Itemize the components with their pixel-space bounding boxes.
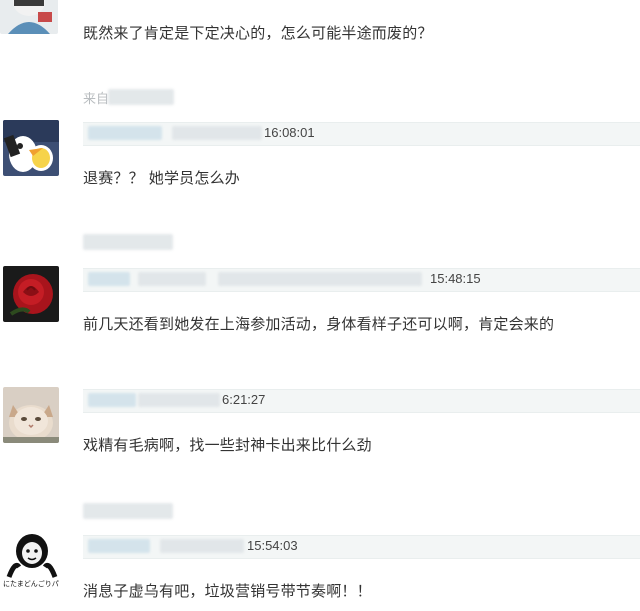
- blurred-username[interactable]: [88, 393, 136, 407]
- comment-time: 6:21:27: [222, 392, 266, 407]
- blurred-source: [108, 89, 174, 105]
- source-label: 来自: [83, 92, 110, 107]
- comment-time: 15:48:15: [430, 271, 481, 286]
- comment-text: 既然来了肯定是下定决心的，怎么可能半途而废的？: [83, 24, 433, 42]
- blurred-source: [83, 503, 173, 519]
- rose-avatar-image: [3, 266, 59, 322]
- avatar-image: [0, 0, 58, 34]
- blurred-username[interactable]: [138, 272, 206, 286]
- blurred-date: [160, 539, 244, 553]
- penguin-avatar-image: [3, 120, 59, 176]
- avatar-caption: にたまどんごりパ: [3, 580, 59, 588]
- comment-text: 戏精有毛病啊，找一些封神卡出来比什么劲: [83, 436, 372, 454]
- blurred-source: [83, 234, 173, 250]
- avatar[interactable]: [3, 266, 59, 322]
- avatar[interactable]: [3, 387, 59, 443]
- comment-text: 退赛？？ 她学员怎么办: [83, 169, 240, 187]
- blurred-date: [218, 272, 422, 286]
- comment-time: 15:54:03: [247, 538, 298, 553]
- comment-time: 16:08:01: [264, 125, 315, 140]
- comment-text: 前几天还看到她发在上海参加活动，身体看样子还可以啊，肯定会来的: [83, 315, 555, 333]
- meme-avatar-image: [3, 531, 61, 579]
- avatar[interactable]: にたまどんごりパ: [3, 531, 61, 591]
- comment-meta-bar: [83, 122, 640, 146]
- blurred-date: [138, 393, 220, 407]
- blurred-username[interactable]: [88, 539, 150, 553]
- avatar[interactable]: [0, 0, 58, 34]
- blurred-username[interactable]: [88, 126, 162, 140]
- comment-text: 消息子虚乌有吧，垃圾营销号带节奏啊！！: [83, 582, 372, 600]
- blurred-date: [172, 126, 262, 140]
- cat-avatar-image: [3, 387, 59, 443]
- blurred-username[interactable]: [88, 272, 130, 286]
- avatar[interactable]: [3, 120, 59, 176]
